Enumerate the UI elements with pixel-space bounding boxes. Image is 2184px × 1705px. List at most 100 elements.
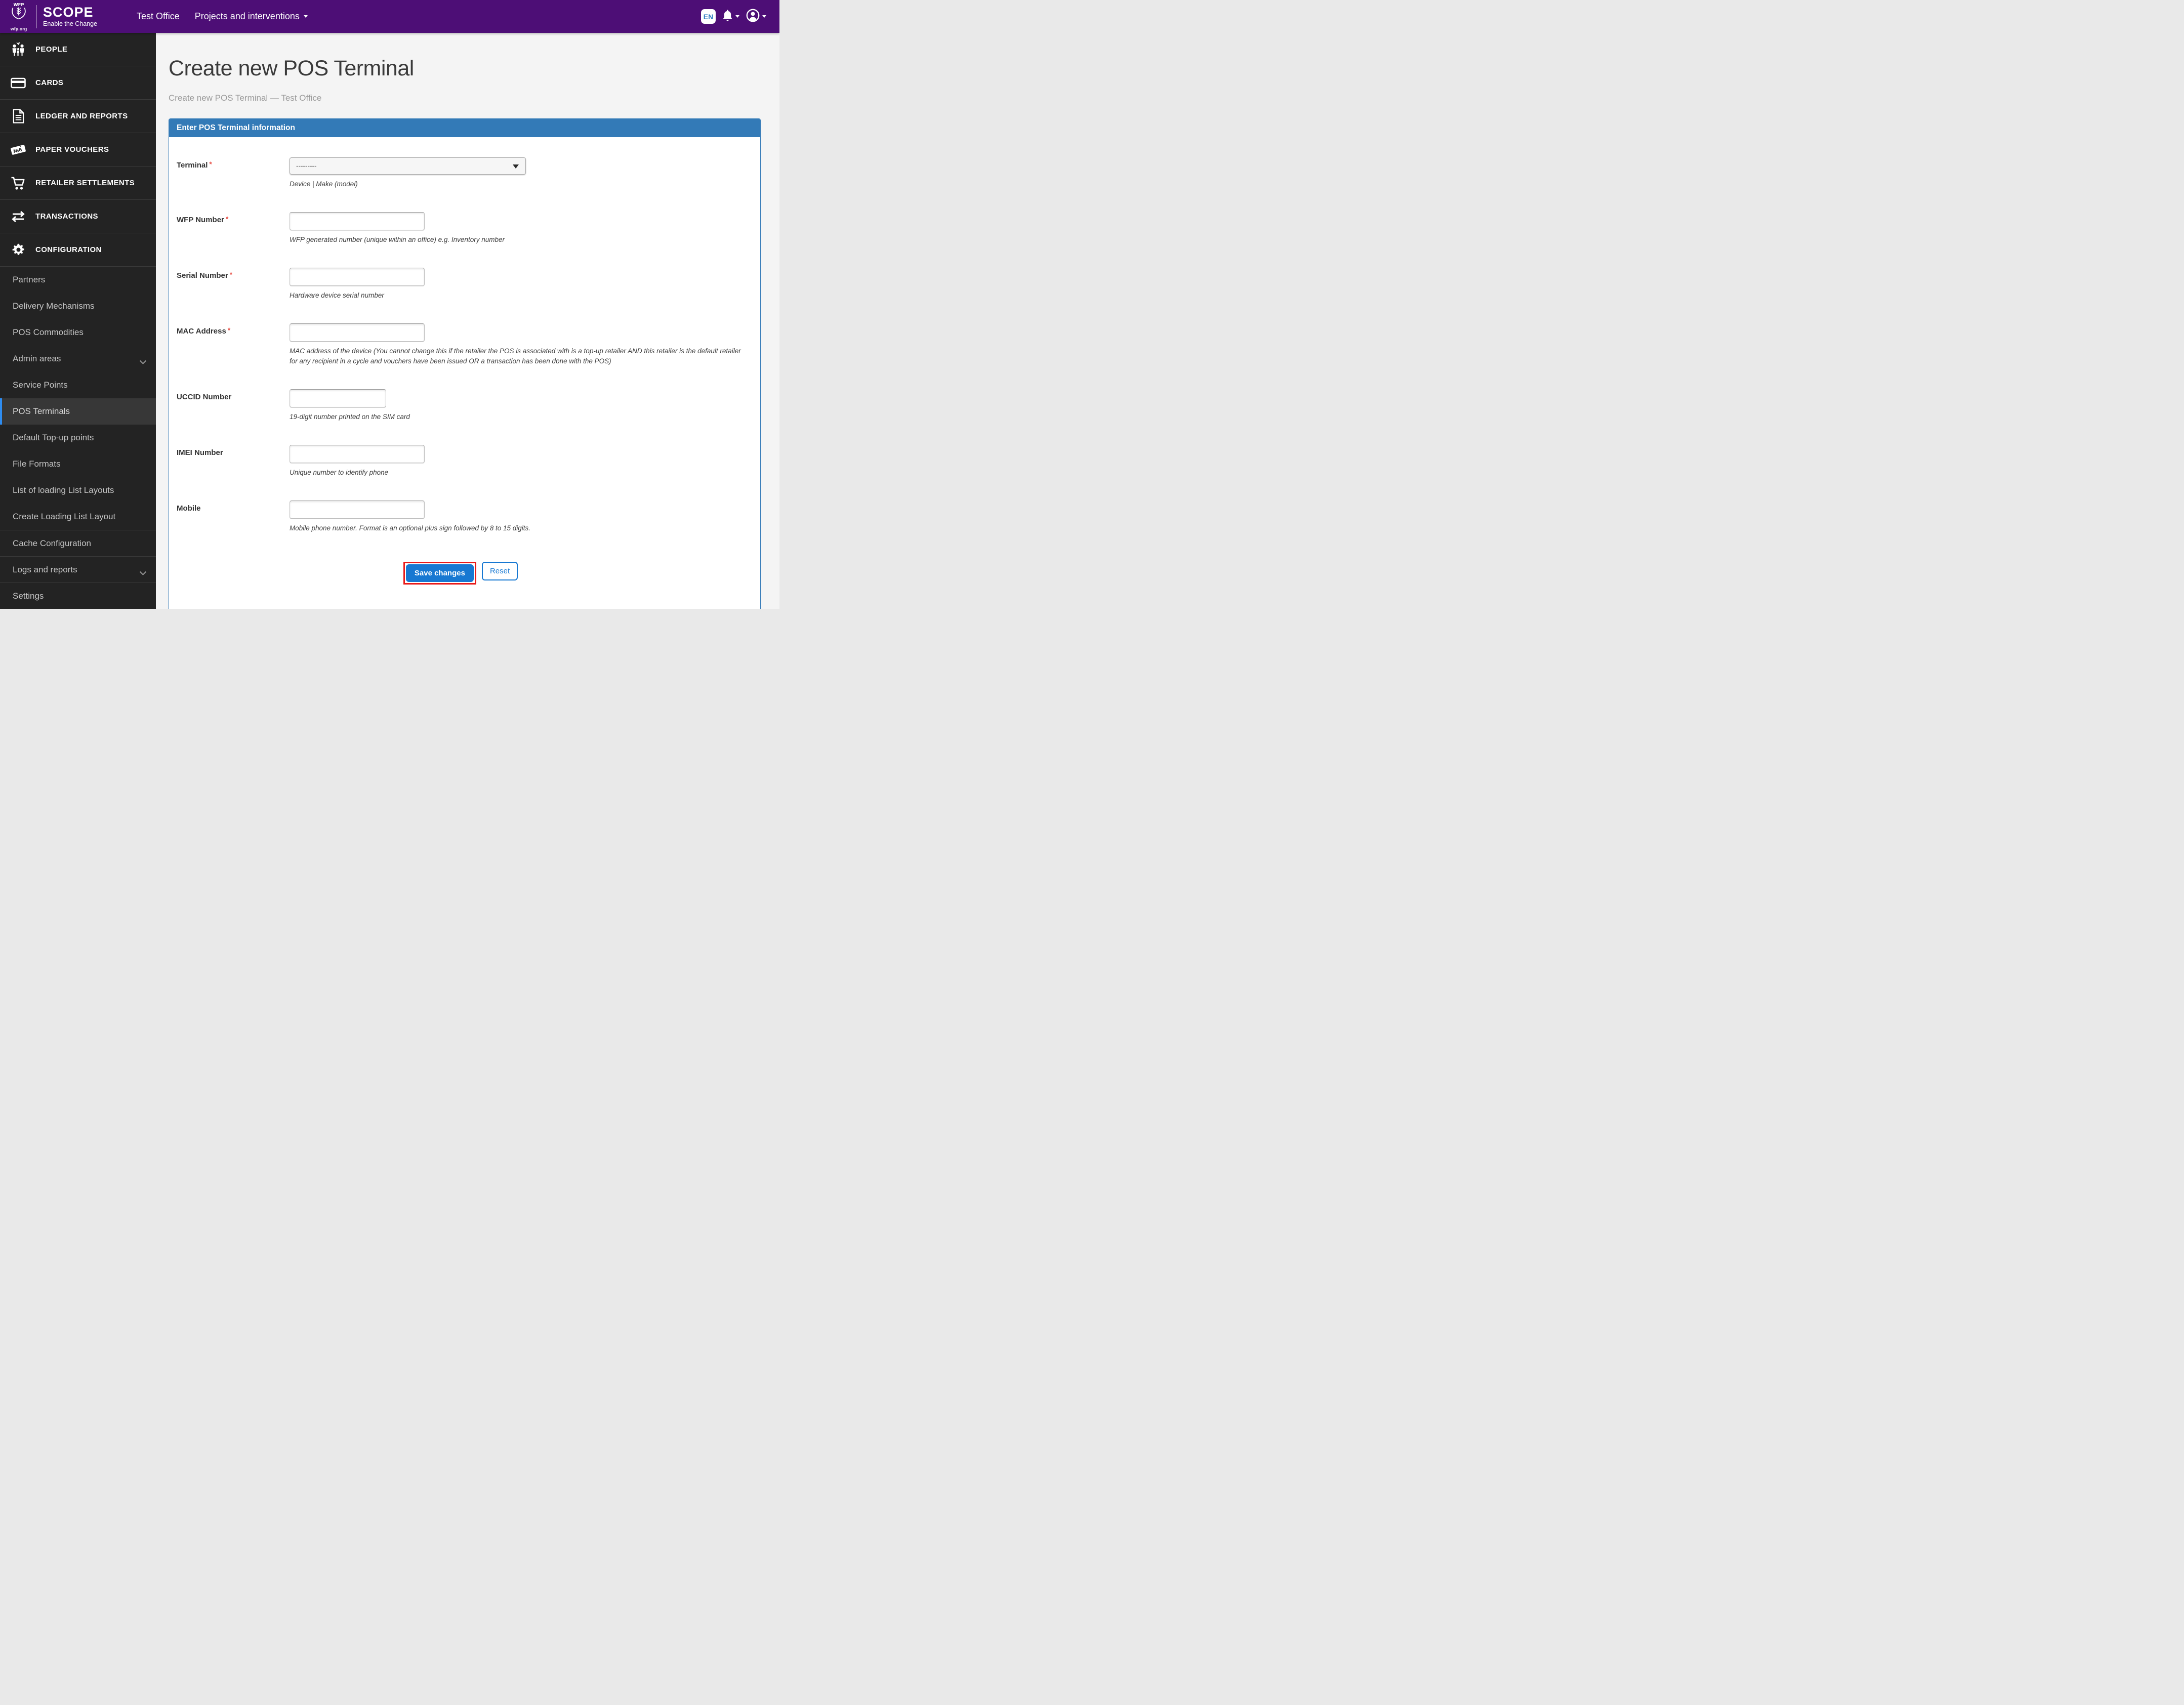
wfp-number-label: WFP Number *	[177, 215, 229, 224]
sidebar-item-pos-terminals[interactable]: POS Terminals	[0, 398, 156, 425]
reset-button[interactable]: Reset	[481, 562, 518, 580]
chevron-down-icon	[762, 15, 766, 18]
sidebar-item-people[interactable]: PEOPLE	[0, 33, 156, 66]
uccid-number-input[interactable]	[290, 389, 386, 407]
user-account-menu[interactable]	[746, 9, 766, 25]
wfp-site-label: wfp.org	[10, 26, 27, 31]
wfp-scope-logo: WFP wfp.org SCOPE Enable the Change	[7, 2, 97, 31]
sidebar-item-logs-and-reports[interactable]: Logs and reports	[0, 556, 156, 583]
people-icon	[8, 42, 28, 57]
transfer-arrows-icon	[8, 211, 28, 222]
required-marker: *	[209, 160, 212, 168]
chevron-down-icon	[735, 15, 739, 18]
mac-address-field-row: MAC Address * MAC address of the device (…	[177, 323, 753, 366]
pos-terminal-form-panel: Enter POS Terminal information Terminal *…	[169, 118, 761, 609]
uccid-number-field-row: UCCID Number 19-digit number printed on …	[177, 389, 753, 422]
sidebar-item-service-points[interactable]: Service Points	[0, 372, 156, 398]
mobile-helper: Mobile phone number. Format is an option…	[290, 524, 531, 532]
sidebar-item-list-of-loading-list-layouts[interactable]: List of loading List Layouts	[0, 477, 156, 504]
mac-address-input[interactable]	[290, 323, 425, 342]
svg-text:WFP: WFP	[13, 2, 24, 7]
sidebar-item-settings[interactable]: Settings	[0, 583, 156, 609]
sidebar-item-configuration[interactable]: CONFIGURATION	[0, 233, 156, 267]
sidebar-item-label: LEDGER AND REPORTS	[35, 112, 128, 120]
wfp-emblem-icon: WFP	[7, 2, 30, 26]
imei-number-helper: Unique number to identify phone	[290, 469, 389, 476]
cart-icon	[8, 176, 28, 190]
breadcrumb: Create new POS Terminal — Test Office	[169, 93, 322, 103]
form-actions: Save changes Reset	[173, 562, 749, 585]
bell-icon	[722, 9, 733, 24]
wfp-number-input[interactable]	[290, 212, 425, 230]
sidebar-item-cache-configuration[interactable]: Cache Configuration	[0, 530, 156, 556]
sidebar-item-label: CARDS	[35, 78, 64, 87]
sidebar-item-label: CONFIGURATION	[35, 245, 102, 254]
user-avatar-icon	[746, 9, 760, 25]
sidebar-item-cards[interactable]: CARDS	[0, 66, 156, 100]
sidebar-item-delivery-mechanisms[interactable]: Delivery Mechanisms	[0, 293, 156, 319]
wfp-number-helper: WFP generated number (unique within an o…	[290, 236, 505, 243]
sidebar-item-create-loading-list-layout[interactable]: Create Loading List Layout	[0, 504, 156, 530]
chevron-down-icon	[513, 164, 519, 169]
top-bar: WFP wfp.org SCOPE Enable the Change Test…	[0, 0, 779, 33]
terminal-select-value: ---------	[296, 162, 317, 170]
serial-number-label: Serial Number *	[177, 270, 233, 280]
uccid-number-label: UCCID Number	[177, 393, 232, 401]
save-button-highlight: Save changes	[403, 562, 476, 585]
mac-address-label: MAC Address *	[177, 326, 231, 336]
top-nav: Test Office Projects and interventions	[137, 11, 308, 22]
sidebar-item-label: PAPER VOUCHERS	[35, 145, 109, 154]
imei-number-field-row: IMEI Number Unique number to identify ph…	[177, 445, 753, 478]
sidebar-item-pos-commodities[interactable]: POS Commodities	[0, 319, 156, 346]
serial-number-helper: Hardware device serial number	[290, 292, 384, 299]
sidebar-item-label: RETAILER SETTLEMENTS	[35, 179, 135, 187]
sidebar-item-ledger-and-reports[interactable]: LEDGER AND REPORTS	[0, 100, 156, 133]
panel-header: Enter POS Terminal information	[169, 119, 760, 137]
required-marker: *	[229, 270, 233, 278]
document-icon	[8, 109, 28, 123]
language-badge[interactable]: EN	[701, 9, 716, 24]
chevron-down-icon	[139, 568, 147, 578]
scope-wordmark: SCOPE	[43, 5, 94, 20]
panel-body: Terminal * --------- Device | Make (model…	[169, 137, 760, 592]
serial-number-input[interactable]	[290, 268, 425, 286]
uccid-number-helper: 19-digit number printed on the SIM card	[290, 413, 410, 421]
serial-number-field-row: Serial Number * Hardware device serial nu…	[177, 268, 753, 301]
nav-projects-interventions[interactable]: Projects and interventions	[195, 11, 308, 22]
sidebar-item-paper-vouchers[interactable]: №6 PAPER VOUCHERS	[0, 133, 156, 167]
mobile-input[interactable]	[290, 501, 425, 519]
sidebar-item-label: PEOPLE	[35, 45, 68, 54]
sidebar-item-partners[interactable]: Partners	[0, 267, 156, 293]
chevron-down-icon	[303, 15, 308, 18]
required-marker: *	[225, 215, 229, 223]
sidebar-item-transactions[interactable]: TRANSACTIONS	[0, 200, 156, 233]
mobile-field-row: Mobile Mobile phone number. Format is an…	[177, 501, 753, 533]
sidebar-item-label: TRANSACTIONS	[35, 212, 98, 221]
save-button[interactable]: Save changes	[405, 564, 474, 582]
required-marker: *	[227, 326, 231, 334]
notifications-menu[interactable]	[722, 9, 739, 24]
logo-separator	[36, 5, 37, 28]
sidebar-item-file-formats[interactable]: File Formats	[0, 451, 156, 477]
chevron-down-icon	[139, 357, 147, 367]
terminal-select[interactable]: ---------	[290, 157, 526, 175]
app-window: WFP wfp.org SCOPE Enable the Change Test…	[0, 0, 779, 609]
cards-icon	[8, 77, 28, 89]
sidebar-item-admin-areas[interactable]: Admin areas	[0, 346, 156, 372]
gear-icon	[8, 243, 28, 257]
nav-test-office[interactable]: Test Office	[137, 11, 180, 22]
main-content: Create new POS Terminal Create new POS T…	[156, 33, 779, 609]
mobile-label: Mobile	[177, 504, 201, 513]
terminal-label: Terminal *	[177, 160, 212, 170]
terminal-helper: Device | Make (model)	[290, 180, 358, 188]
sidebar-item-retailer-settlements[interactable]: RETAILER SETTLEMENTS	[0, 167, 156, 200]
scope-tagline: Enable the Change	[43, 20, 98, 28]
mac-address-helper: MAC address of the device (You cannot ch…	[290, 347, 741, 365]
wfp-number-field-row: WFP Number * WFP generated number (unique…	[177, 212, 753, 245]
sidebar: PEOPLE CARDS LEDGER AND REPORTS №6 PAPER…	[0, 33, 156, 609]
imei-number-input[interactable]	[290, 445, 425, 463]
sidebar-item-default-top-up-points[interactable]: Default Top-up points	[0, 425, 156, 451]
terminal-field-row: Terminal * --------- Device | Make (model…	[177, 157, 753, 189]
imei-number-label: IMEI Number	[177, 448, 223, 457]
top-bar-actions: EN	[701, 9, 766, 25]
